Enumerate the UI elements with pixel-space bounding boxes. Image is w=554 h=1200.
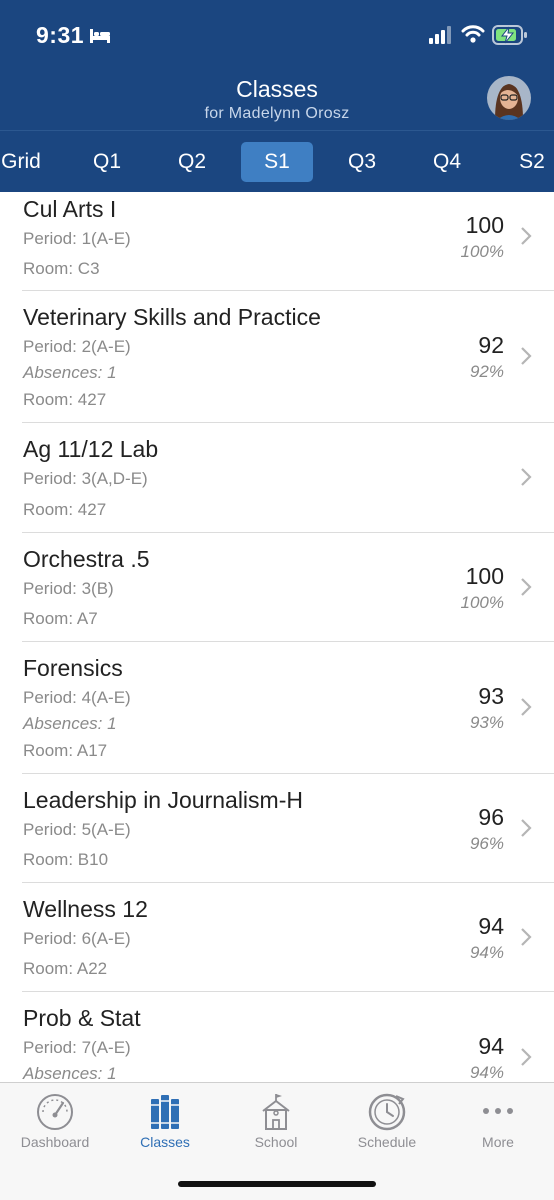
tab-dashboard[interactable]: Dashboard (0, 1083, 110, 1163)
class-name: Prob & Stat (23, 1005, 141, 1031)
wifi-icon (461, 25, 485, 43)
class-name: Leadership in Journalism-H (23, 787, 303, 813)
tab-label: More (482, 1134, 514, 1150)
class-name: Orchestra .5 (23, 546, 150, 572)
home-indicator[interactable] (178, 1181, 376, 1187)
tab-s2[interactable]: S2 (496, 142, 554, 182)
class-period: Period: 4(A-E) (23, 688, 131, 707)
class-name: Ag 11/12 Lab (23, 436, 159, 462)
class-room: Room: C3 (23, 259, 100, 278)
books-icon (151, 1095, 179, 1129)
class-row[interactable]: Wellness 12 Period: 6(A-E) Room: A22 94 … (0, 883, 554, 992)
class-percent: 96% (469, 834, 504, 853)
class-room: Room: 427 (23, 500, 107, 519)
avatar-photo (487, 76, 531, 120)
page-header: Classes for Madelynn Orosz (0, 74, 554, 130)
tab-q4[interactable]: Q4 (411, 142, 483, 182)
chevron-right-icon (521, 227, 532, 245)
tab-grid[interactable]: Grid (0, 142, 57, 182)
class-room: Room: 427 (23, 390, 107, 409)
class-name: Wellness 12 (23, 896, 148, 922)
class-period: Period: 3(B) (23, 579, 114, 598)
clock-icon (368, 1093, 406, 1131)
bed-icon (90, 29, 110, 43)
tab-s1[interactable]: S1 (241, 142, 313, 182)
class-percent: 92% (469, 362, 504, 381)
class-room: Room: A7 (23, 609, 98, 628)
class-room: Room: A22 (23, 959, 108, 978)
chevron-right-icon (521, 347, 532, 365)
class-absences: Absences: 1 (23, 363, 117, 382)
class-grade: 96 (478, 804, 504, 830)
class-room: Room: A17 (23, 741, 108, 760)
school-house-icon (262, 1094, 290, 1130)
tab-school[interactable]: School (221, 1083, 331, 1163)
class-grade: 92 (478, 332, 504, 358)
class-period: Period: 2(A-E) (23, 337, 131, 356)
tab-label: Schedule (357, 1134, 417, 1150)
class-grade: 93 (478, 683, 504, 709)
class-name: Forensics (23, 655, 123, 681)
class-list: Cul Arts I Period: 1(A-E) Room: C3 100 1… (0, 192, 554, 1082)
class-percent: 94% (469, 1063, 504, 1082)
class-percent: 93% (469, 713, 504, 732)
class-absences: Absences: 1 (23, 1064, 117, 1082)
class-percent: 100% (460, 242, 504, 261)
app-header: 9:31 Classes for Madelynn Orosz Grid Q1 … (0, 0, 554, 192)
term-tabs: Grid Q1 Q2 S1 Q3 Q4 S2 (0, 130, 554, 192)
more-dots-icon (483, 1108, 513, 1114)
chevron-right-icon (521, 1048, 532, 1066)
class-row[interactable]: Forensics Period: 4(A-E) Absences: 1 Roo… (0, 642, 554, 774)
chevron-right-icon (521, 819, 532, 837)
tab-schedule[interactable]: Schedule (332, 1083, 442, 1163)
tab-q2[interactable]: Q2 (156, 142, 228, 182)
battery-charging-icon (492, 25, 527, 45)
signal-icon (429, 26, 451, 44)
class-row[interactable]: Cul Arts I Period: 1(A-E) Room: C3 100 1… (0, 192, 554, 291)
tab-q1[interactable]: Q1 (71, 142, 143, 182)
status-bar: 9:31 (0, 0, 554, 70)
tab-label: School (254, 1134, 298, 1150)
class-period: Period: 7(A-E) (23, 1038, 131, 1057)
class-row[interactable]: Leadership in Journalism-H Period: 5(A-E… (0, 774, 554, 883)
class-period: Period: 3(A,D-E) (23, 469, 148, 488)
chevron-right-icon (521, 698, 532, 716)
class-name: Cul Arts I (23, 196, 117, 222)
class-row[interactable]: Prob & Stat Period: 7(A-E) Absences: 1 9… (0, 992, 554, 1082)
class-room: Room: B10 (23, 850, 109, 869)
class-percent: 100% (460, 593, 504, 612)
class-period: Period: 5(A-E) (23, 820, 131, 839)
chevron-right-icon (521, 578, 532, 596)
class-percent: 94% (469, 943, 504, 962)
status-time: 9:31 (36, 22, 85, 48)
class-grade: 100 (465, 212, 504, 238)
class-row[interactable]: Orchestra .5 Period: 3(B) Room: A7 100 1… (0, 533, 554, 642)
tab-label: Dashboard (20, 1134, 90, 1150)
tab-q3[interactable]: Q3 (326, 142, 398, 182)
class-grade: 100 (465, 563, 504, 589)
class-grade: 94 (478, 913, 504, 939)
page-title: Classes (236, 76, 318, 102)
class-grade: 94 (478, 1033, 504, 1059)
chevron-right-icon (521, 928, 532, 946)
class-row[interactable]: Ag 11/12 Lab Period: 3(A,D-E) Room: 427 (0, 423, 554, 533)
tab-label: Classes (140, 1134, 190, 1150)
class-absences: Absences: 1 (23, 714, 117, 733)
page-subtitle: for Madelynn Orosz (204, 105, 350, 122)
tab-more[interactable]: More (443, 1083, 553, 1163)
class-name: Veterinary Skills and Practice (23, 304, 321, 330)
avatar[interactable] (487, 76, 531, 120)
tab-classes[interactable]: Classes (110, 1083, 220, 1163)
class-period: Period: 6(A-E) (23, 929, 131, 948)
class-period: Period: 1(A-E) (23, 229, 131, 248)
gauge-icon (37, 1094, 73, 1130)
class-row[interactable]: Veterinary Skills and Practice Period: 2… (0, 291, 554, 423)
chevron-right-icon (521, 468, 532, 486)
